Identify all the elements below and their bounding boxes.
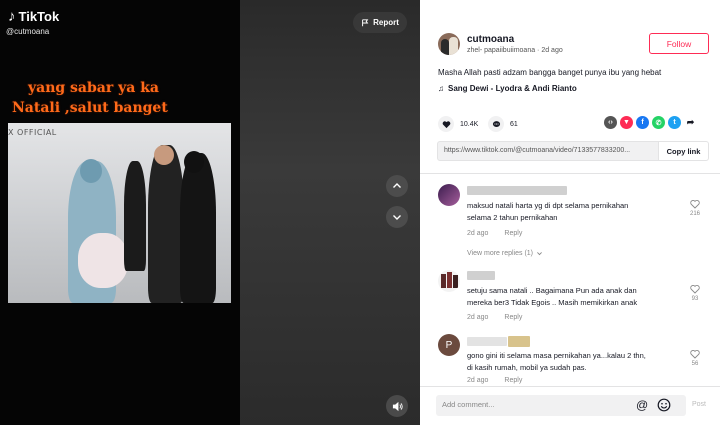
comment-line: selama 2 tahun pernikahan xyxy=(467,213,558,222)
comment-avatar[interactable] xyxy=(438,270,460,292)
comment-text: gono gini iti selama masa pernikahan ya.… xyxy=(467,350,646,374)
overlay-line: yang sabar ya ka xyxy=(28,80,159,96)
comment-meta: 2d ago Reply xyxy=(467,230,522,237)
comment-username-redacted xyxy=(467,186,567,195)
avatar-figure xyxy=(447,272,452,288)
comment-like[interactable]: 56 xyxy=(690,349,700,367)
author-username[interactable]: cutmoana xyxy=(467,34,514,45)
view-more-replies[interactable]: View more replies (1) xyxy=(467,250,543,257)
video-overlay-text: yang sabar ya ka Natali ,salut banget xyxy=(12,78,168,118)
comment-time: 2d ago xyxy=(467,230,489,237)
video-player[interactable]: ♪ TikTok @cutmoana yang sabar ya ka Nata… xyxy=(0,0,420,425)
avatar-letter: P xyxy=(445,339,453,351)
video-link-field[interactable]: https://www.tiktok.com/@cutmoana/video/7… xyxy=(437,141,659,161)
avatar-figure xyxy=(441,39,449,55)
send-icon[interactable]: ▼ xyxy=(620,116,633,129)
avatar-figure xyxy=(449,37,458,55)
heart-outline-icon xyxy=(690,285,700,294)
mention-icon[interactable]: @ xyxy=(636,398,648,412)
comment-time: 2d ago xyxy=(467,377,489,384)
heart-icon xyxy=(438,116,454,132)
chevron-up-icon xyxy=(393,183,401,188)
reply-button[interactable]: Reply xyxy=(504,314,522,321)
comment-avatar[interactable]: P xyxy=(438,334,460,356)
comment-line: setuju sama natali .. Bagaimana Pun ada … xyxy=(467,286,637,295)
person-head xyxy=(154,145,174,165)
comment-line: maksud natali harta yg di dpt selama per… xyxy=(467,201,629,210)
like-stat[interactable]: 10.4K xyxy=(438,116,478,132)
follow-button[interactable]: Follow xyxy=(649,33,709,54)
comment-count: 61 xyxy=(510,120,518,128)
share-arrow-icon[interactable]: ➦ xyxy=(684,116,697,129)
person-head xyxy=(80,159,102,183)
tiktok-note-icon: ♪ xyxy=(8,8,16,25)
comment-like-count: 56 xyxy=(691,361,699,367)
comment-like[interactable]: 216 xyxy=(690,199,700,217)
embed-icon[interactable]: ‹› xyxy=(604,116,617,129)
comment-like-count: 216 xyxy=(690,211,701,217)
person-figure xyxy=(148,145,184,303)
emoji-icon[interactable] xyxy=(657,398,671,412)
comment-username-redacted xyxy=(467,337,507,346)
video-caption: Masha Allah pasti adzam bangga banget pu… xyxy=(438,68,662,77)
heart-outline-icon xyxy=(690,200,700,209)
comment-text: maksud natali harta yg di dpt selama per… xyxy=(467,200,628,224)
comment-line: mereka ber3 Tidak Egois .. Masih memikir… xyxy=(467,298,638,307)
tiktok-video-page: ♪ TikTok @cutmoana yang sabar ya ka Nata… xyxy=(0,0,720,425)
comment-like-count: 93 xyxy=(691,296,699,302)
comments-divider xyxy=(420,173,720,174)
whatsapp-icon[interactable]: ✆ xyxy=(652,116,665,129)
person-figure xyxy=(78,233,128,288)
comment-line: gono gini iti selama masa pernikahan ya.… xyxy=(467,351,646,360)
comment-line: di kasih rumah, mobil ya sudah pas. xyxy=(467,363,587,372)
overlay-line: Natali ,salut banget xyxy=(12,100,168,116)
tiktok-logo: ♪ TikTok xyxy=(8,8,59,25)
flag-icon xyxy=(362,18,369,26)
person-figure xyxy=(124,161,146,271)
reply-button[interactable]: Reply xyxy=(504,230,522,237)
chevron-down-icon xyxy=(537,252,542,256)
comment-like[interactable]: 93 xyxy=(690,284,700,302)
person-head xyxy=(184,151,204,173)
author-avatar[interactable] xyxy=(438,33,460,55)
heart-outline-icon xyxy=(690,350,700,359)
post-comment-button[interactable]: Post xyxy=(692,401,706,408)
copy-link-button[interactable]: Copy link xyxy=(658,141,709,161)
facebook-icon[interactable]: f xyxy=(636,116,649,129)
tiktok-wordmark: TikTok xyxy=(18,9,60,24)
avatar-figure xyxy=(441,274,446,288)
comment-text: setuju sama natali .. Bagaimana Pun ada … xyxy=(467,285,637,309)
music-note-icon: ♫ xyxy=(438,84,444,93)
comment-stat[interactable]: 61 xyxy=(488,116,518,132)
author-subline: zhel- papaiibuiimoana · 2d ago xyxy=(467,47,563,54)
comment-bubble-icon xyxy=(488,116,504,132)
comment-avatar[interactable] xyxy=(438,184,460,206)
avatar-figure xyxy=(453,275,458,288)
reply-button[interactable]: Reply xyxy=(504,377,522,384)
music-title: Sang Dewi - Lyodra & Andi Rianto xyxy=(448,84,577,93)
video-frame: X OFFICIAL xyxy=(8,123,231,303)
report-label: Report xyxy=(373,18,399,27)
previous-video-button[interactable] xyxy=(386,175,408,197)
frame-watermark: X OFFICIAL xyxy=(8,128,57,137)
comment-username-redacted xyxy=(508,336,530,347)
report-button[interactable]: Report xyxy=(353,12,407,33)
next-video-button[interactable] xyxy=(386,206,408,228)
comment-meta: 2d ago Reply xyxy=(467,314,522,321)
volume-button[interactable] xyxy=(386,395,408,417)
like-count: 10.4K xyxy=(460,120,479,128)
person-figure xyxy=(180,153,216,303)
view-more-label: View more replies (1) xyxy=(467,250,534,257)
chevron-down-icon xyxy=(393,215,401,220)
comment-placeholder: Add comment... xyxy=(442,400,495,409)
comment-time: 2d ago xyxy=(467,314,489,321)
comment-username-redacted xyxy=(467,271,495,280)
twitter-icon[interactable]: t xyxy=(668,116,681,129)
video-handle-watermark: @cutmoana xyxy=(6,27,50,36)
share-buttons: ‹› ▼ f ✆ t ➦ xyxy=(604,116,697,129)
speaker-icon xyxy=(392,401,403,411)
music-link[interactable]: ♫ Sang Dewi - Lyodra & Andi Rianto xyxy=(438,84,577,93)
comment-meta: 2d ago Reply xyxy=(467,377,522,384)
